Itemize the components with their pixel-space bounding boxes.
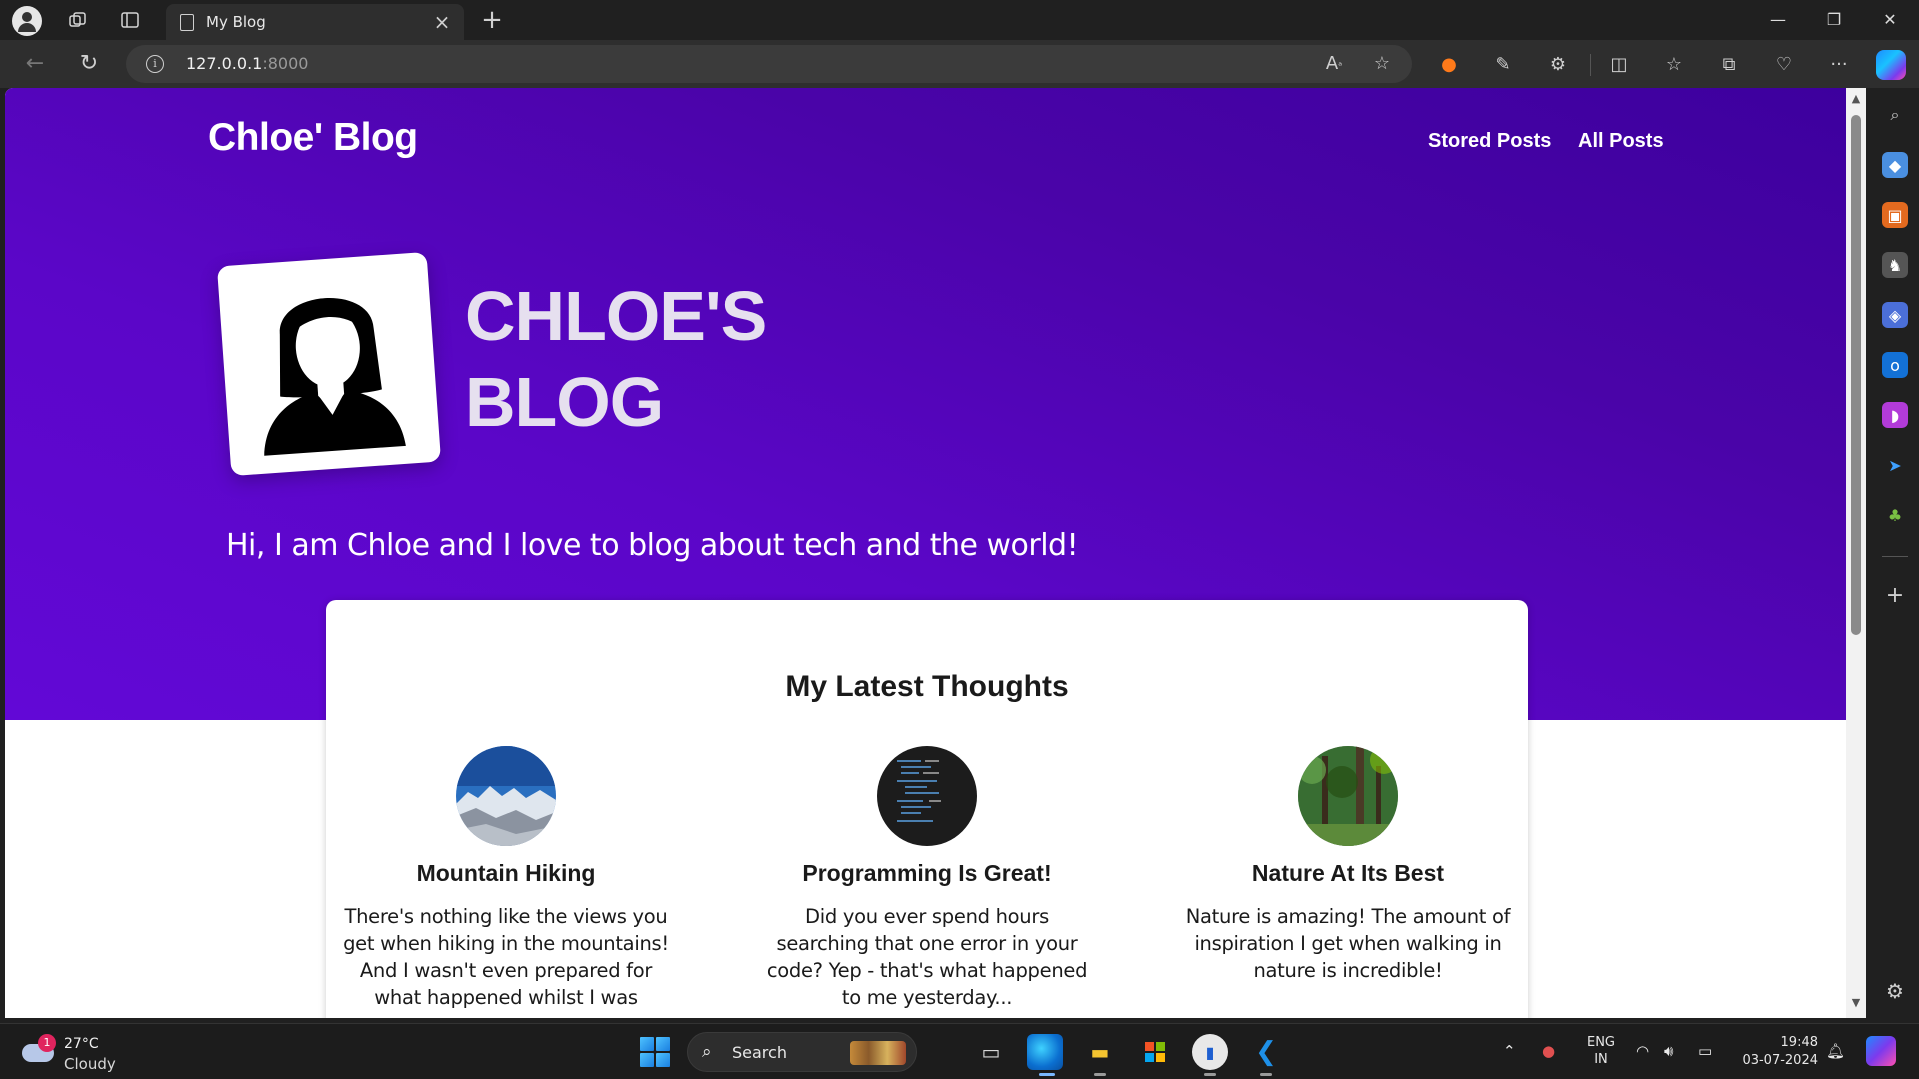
post-excerpt: Nature is amazing! The amount of inspira… [1185,905,1511,982]
code-screen-photo[interactable] [877,746,977,846]
vscode-indicator [1260,1073,1272,1076]
post-card-nature[interactable]: Nature At Its Best Nature is amazing! Th… [1183,746,1513,984]
notification-bell-icon[interactable]: 🔔︎ [1826,1042,1845,1060]
read-aloud-icon[interactable]: Aᵃ [1322,53,1346,75]
explorer-indicator [1094,1073,1106,1076]
search-icon: ⌕ [702,1042,712,1062]
battery-icon[interactable]: ▭ [1698,1042,1712,1060]
eyedropper-icon[interactable]: ✎ [1490,52,1516,78]
forest-photo[interactable] [1298,746,1398,846]
sidebar-outlook-icon[interactable]: o [1882,352,1908,378]
windows-start-icon[interactable] [640,1037,670,1067]
address-bar[interactable]: i 127.0.0.1:8000 Aᵃ ☆ [126,45,1412,83]
scroll-down-icon[interactable]: ▼ [1848,996,1864,1010]
post-card-mountain[interactable]: Mountain Hiking There's nothing like the… [341,746,671,1011]
avatar-card [216,251,442,477]
browser-essentials-icon[interactable]: ♡ [1771,52,1797,78]
language-indicator[interactable]: ENG IN [1584,1034,1618,1068]
page-icon [180,13,194,31]
sidebar-copilot-icon[interactable]: ◈ [1882,302,1908,328]
extension-orange-icon[interactable]: ● [1436,52,1462,78]
favorite-star-icon[interactable]: ☆ [1370,53,1394,75]
mountains-photo[interactable] [456,746,556,846]
restore-icon[interactable]: ❐ [1806,0,1862,40]
windows-taskbar: 1 27°C Cloudy ⌕ Search ▭ ▬ ▮ ❮ ⌃ ● ENG I… [0,1023,1919,1079]
volume-icon[interactable]: 🔊︎ [1664,1042,1673,1060]
more-menu-icon[interactable]: ··· [1826,52,1852,78]
browser-title-bar: My Blog × + — ❐ ✕ [0,0,1919,40]
page-viewport: Chloe' Blog Stored Posts All Posts CHLOE… [5,88,1846,1018]
site-info-icon[interactable]: i [146,55,164,73]
sidebar-send-icon[interactable]: ➤ [1882,452,1908,478]
search-highlight-image [850,1041,906,1065]
workspaces-icon[interactable] [64,6,92,34]
sidebar-games-icon[interactable]: ♞ [1882,252,1908,278]
browser-toolbar: ← ↻ i 127.0.0.1:8000 Aᵃ ☆ ● ✎ ⚙ ◫ ☆ ⧉ ♡ … [0,40,1919,88]
post-title[interactable]: Mountain Hiking [341,860,671,887]
copilot-taskbar-icon[interactable] [1866,1036,1896,1066]
weather-badge: 1 [38,1034,56,1052]
scrollbar-thumb[interactable] [1851,115,1861,635]
tab-close-icon[interactable]: × [430,10,454,34]
url-text[interactable]: 127.0.0.1:8000 [186,54,308,73]
sidebar-search-icon[interactable]: ⌕ [1882,102,1908,128]
copilot-icon[interactable] [1876,50,1906,80]
sidebar-shopping-icon[interactable]: ◆ [1882,152,1908,178]
browser-tab[interactable]: My Blog × [166,4,464,40]
edge-active-indicator [1039,1073,1055,1076]
site-title[interactable]: Chloe' Blog [208,116,418,160]
edge-taskbar-icon[interactable] [1027,1034,1063,1070]
weather-condition: Cloudy [64,1055,116,1073]
back-icon[interactable]: ← [18,48,52,80]
taskbar-search[interactable]: ⌕ Search [687,1032,917,1072]
sidebar-tree-icon[interactable]: ♣ [1882,502,1908,528]
tray-app-icon[interactable]: ● [1542,1042,1555,1060]
post-title[interactable]: Programming Is Great! [762,860,1092,887]
collections-icon[interactable]: ⧉ [1716,52,1742,78]
toolbar-divider [1590,54,1591,76]
split-screen-icon[interactable]: ◫ [1606,52,1632,78]
tab-title: My Blog [206,13,266,31]
app-indicator [1204,1073,1216,1076]
extensions-puzzle-icon[interactable]: ⚙ [1545,52,1571,78]
scroll-up-icon[interactable]: ▲ [1848,92,1864,106]
vertical-tabs-icon[interactable] [116,6,144,34]
post-card-programming[interactable]: Programming Is Great! Did you ever spend… [762,746,1092,1011]
weather-temp: 27°C [64,1036,99,1052]
profile-avatar-icon[interactable] [12,6,42,36]
refresh-icon[interactable]: ↻ [72,48,106,80]
app-taskbar-icon[interactable]: ▮ [1192,1034,1228,1070]
latest-thoughts-card: My Latest Thoughts Mountain Hiking There… [326,600,1528,1018]
window-close-icon[interactable]: ✕ [1862,0,1918,40]
file-explorer-icon[interactable]: ▬ [1082,1034,1118,1070]
post-excerpt: There's nothing like the views you get w… [343,905,669,1009]
sidebar-designer-icon[interactable]: ◗ [1882,402,1908,428]
post-title[interactable]: Nature At Its Best [1183,860,1513,887]
nav-stored-posts[interactable]: Stored Posts [1428,130,1551,153]
hero-subtitle: Hi, I am Chloe and I love to blog about … [226,528,1079,563]
tray-overflow-icon[interactable]: ⌃ [1503,1042,1516,1060]
weather-widget[interactable]: 1 27°C Cloudy [22,1032,132,1074]
favorites-icon[interactable]: ☆ [1661,52,1687,78]
section-title: My Latest Thoughts [785,670,1069,703]
sidebar-add-icon[interactable]: + [1882,582,1908,608]
nav-all-posts[interactable]: All Posts [1578,130,1664,153]
hero-title: CHLOE'S BLOG [465,277,767,441]
post-excerpt: Did you ever spend hours searching that … [766,905,1088,1009]
search-label: Search [732,1043,787,1062]
edge-sidebar: ⌕ ◆ ▣ ♞ ◈ o ◗ ➤ ♣ + ⚙ [1872,88,1919,1023]
system-clock[interactable]: 19:48 03-07-2024 [1732,1034,1818,1070]
sidebar-settings-icon[interactable]: ⚙ [1882,978,1908,1004]
minimize-icon[interactable]: — [1750,0,1806,40]
wifi-icon[interactable]: ◠ [1636,1042,1649,1060]
task-view-icon[interactable]: ▭ [973,1034,1009,1070]
sidebar-divider [1882,556,1908,557]
vscode-icon[interactable]: ❮ [1248,1034,1284,1070]
store-icon[interactable] [1137,1034,1173,1070]
sidebar-tools-icon[interactable]: ▣ [1882,202,1908,228]
woman-avatar-icon [264,298,406,456]
new-tab-icon[interactable]: + [476,4,508,36]
